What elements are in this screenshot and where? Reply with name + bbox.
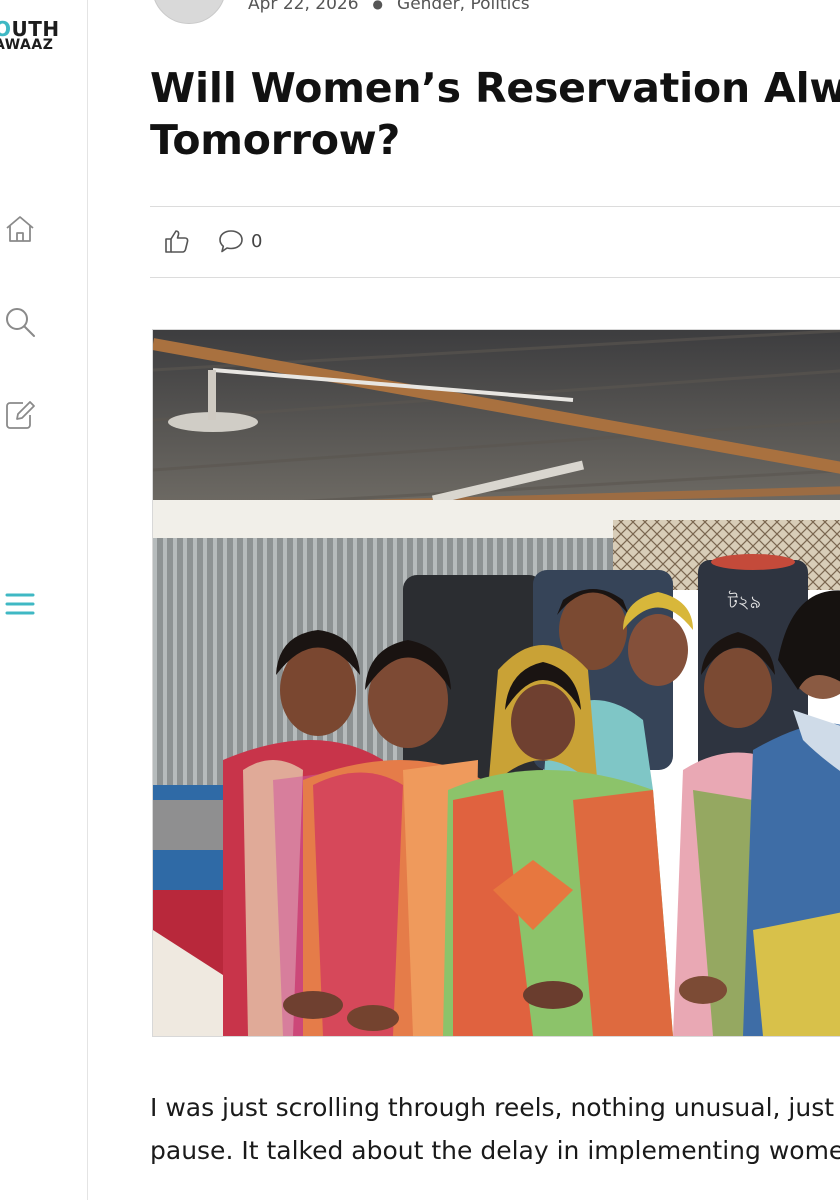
search-icon[interactable] — [3, 305, 37, 339]
comment-count: 0 — [251, 230, 263, 252]
divider-top — [150, 206, 840, 207]
thumbs-up-icon — [165, 230, 189, 253]
like-button[interactable] — [163, 227, 191, 255]
divider-bottom — [150, 277, 840, 278]
meta-separator: ● — [372, 0, 384, 11]
sidebar: OUTH AWAAZ — [0, 0, 88, 1200]
post-title-line2: Tomorrow? — [150, 116, 401, 164]
post-title-line1: Will Women’s Reservation Alw — [150, 64, 840, 112]
post-actions: 0 — [163, 227, 262, 255]
post-body-line2: pause. It talked about the delay in impl… — [150, 1136, 840, 1165]
comment-button[interactable]: 0 — [217, 227, 262, 255]
post-categories[interactable]: Gender, Politics — [397, 0, 530, 14]
post-meta: Apr 22, 2026 ● Gender, Politics — [152, 0, 530, 24]
post-body: I was just scrolling through reels, noth… — [150, 1086, 840, 1172]
home-icon[interactable] — [3, 212, 37, 246]
comment-icon — [219, 230, 243, 253]
site-logo[interactable]: OUTH AWAAZ — [0, 19, 64, 52]
hero-image: ট২৯ — [152, 329, 840, 1037]
post-title: Will Women’s Reservation Alw Tomorrow? — [150, 62, 840, 166]
post-date: Apr 22, 2026 — [248, 0, 359, 14]
edit-icon[interactable] — [3, 398, 37, 432]
author-avatar[interactable] — [152, 0, 226, 24]
svg-text:ট২৯: ট২৯ — [727, 591, 761, 613]
menu-icon[interactable] — [3, 588, 37, 622]
post-body-line1: I was just scrolling through reels, noth… — [150, 1093, 835, 1122]
